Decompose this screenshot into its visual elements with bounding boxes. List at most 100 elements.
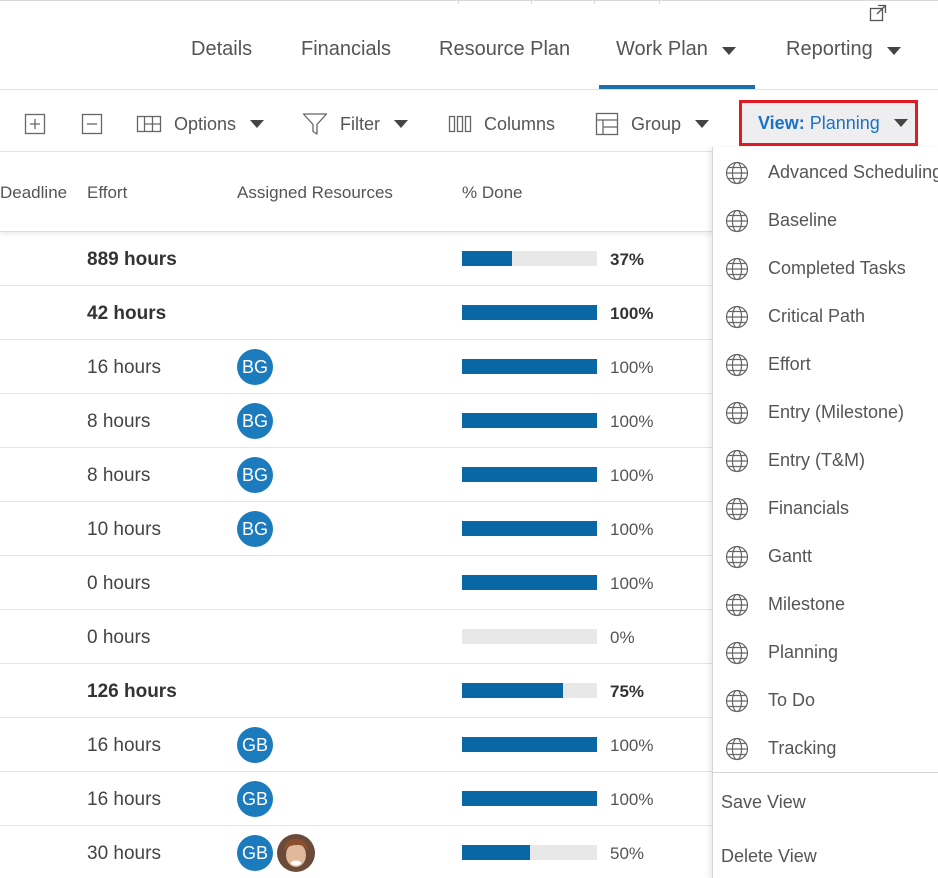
globe-icon: [725, 449, 749, 473]
progress-bar: [462, 791, 597, 806]
header-assigned-resources[interactable]: Assigned Resources: [237, 183, 393, 203]
table-row[interactable]: 30 hours GB 50%: [0, 826, 712, 878]
header-effort[interactable]: Effort: [87, 183, 127, 203]
tabs-divider: [0, 89, 938, 90]
columns-button[interactable]: Columns: [448, 96, 555, 152]
tab-financials[interactable]: Financials: [301, 26, 391, 90]
table-row[interactable]: 16 hours GB 100%: [0, 772, 712, 826]
avatar[interactable]: GB: [237, 781, 273, 817]
caret-down-icon: [695, 120, 710, 128]
tab-reporting[interactable]: Reporting: [786, 26, 901, 90]
progress-bar: [462, 521, 597, 536]
table-row[interactable]: 42 hours 100%: [0, 286, 712, 340]
collapse-all-button[interactable]: [81, 96, 103, 152]
view-value-label: Planning: [809, 112, 880, 133]
avatar[interactable]: GB: [237, 835, 273, 871]
view-menu-item-label: Tracking: [768, 738, 837, 758]
top-divider: [531, 0, 532, 4]
view-menu-item-label: Effort: [768, 354, 811, 374]
effort-cell: 10 hours: [87, 519, 161, 540]
percent-done-cell: 100%: [610, 790, 654, 809]
view-selector-button[interactable]: View: Planning: [739, 100, 918, 146]
filter-button[interactable]: Filter: [302, 96, 408, 152]
tab-label: Reporting: [786, 38, 873, 60]
table-row[interactable]: 10 hours BG 100%: [0, 502, 712, 556]
tab-label: Work Plan: [616, 38, 708, 60]
progress-bar: [462, 845, 597, 860]
caret-down-icon: [394, 120, 408, 128]
group-icon: [595, 112, 619, 136]
view-dropdown-menu: Advanced Scheduling Baseline Completed Tas…: [712, 147, 938, 878]
progress-bar: [462, 683, 597, 698]
avatar-photo[interactable]: [277, 834, 315, 872]
globe-icon: [725, 593, 749, 617]
view-menu-item[interactable]: Gantt: [713, 532, 938, 580]
tab-label: Resource Plan: [439, 38, 571, 60]
options-button[interactable]: Options: [136, 96, 265, 152]
view-menu-item[interactable]: Financials: [713, 484, 938, 532]
avatar[interactable]: BG: [237, 511, 273, 547]
table-row[interactable]: 0 hours 100%: [0, 556, 712, 610]
options-label: Options: [174, 113, 237, 134]
view-menu-item-label: Gantt: [768, 546, 813, 566]
percent-done-cell: 75%: [610, 682, 645, 701]
progress-bar: [462, 467, 597, 482]
view-menu-item[interactable]: Effort: [713, 340, 938, 388]
avatar[interactable]: GB: [237, 727, 273, 763]
table-row[interactable]: 8 hours BG 100%: [0, 448, 712, 502]
view-menu-item[interactable]: Critical Path: [713, 292, 938, 340]
percent-done-cell: 100%: [610, 358, 654, 377]
globe-icon: [725, 257, 749, 281]
effort-cell: 16 hours: [87, 789, 161, 810]
percent-done-cell: 37%: [610, 250, 645, 269]
view-menu-item-label: Entry (Milestone): [768, 402, 905, 422]
percent-done-cell: 100%: [610, 466, 654, 485]
view-menu-item[interactable]: Entry (T&M): [713, 436, 938, 484]
view-menu-item[interactable]: Entry (Milestone): [713, 388, 938, 436]
globe-icon: [725, 353, 749, 377]
expand-all-button[interactable]: [24, 96, 46, 152]
view-menu-item[interactable]: Milestone: [713, 580, 938, 628]
header-deadline[interactable]: Deadline: [0, 183, 67, 203]
popout-icon[interactable]: [869, 4, 887, 22]
caret-down-icon: [250, 120, 265, 128]
top-divider: [594, 0, 595, 4]
effort-cell: 0 hours: [87, 573, 151, 594]
percent-done-cell: 100%: [610, 304, 654, 323]
view-menu-item[interactable]: Advanced Scheduling: [713, 148, 938, 196]
caret-down-icon: [886, 47, 901, 55]
group-label: Group: [631, 113, 682, 134]
view-menu-item-label: Baseline: [768, 210, 838, 230]
progress-fill: [462, 845, 530, 860]
table-row[interactable]: 0 hours 0%: [0, 610, 712, 664]
tab-details[interactable]: Details: [191, 26, 252, 90]
top-divider: [458, 0, 459, 4]
view-menu-item[interactable]: Planning: [713, 628, 938, 676]
view-menu-item[interactable]: Completed Tasks: [713, 244, 938, 292]
avatar[interactable]: BG: [237, 403, 273, 439]
globe-icon: [725, 689, 749, 713]
progress-fill: [462, 575, 597, 590]
table-row[interactable]: 126 hours 75%: [0, 664, 712, 718]
tab-work-plan[interactable]: Work Plan: [616, 26, 736, 90]
view-menu-item[interactable]: Baseline: [713, 196, 938, 244]
percent-done-cell: 100%: [610, 736, 654, 755]
group-button[interactable]: Group: [595, 96, 710, 152]
table-row[interactable]: 8 hours BG 100%: [0, 394, 712, 448]
delete-view-button[interactable]: Delete View: [721, 846, 817, 867]
view-menu-item-label: Planning: [768, 642, 839, 662]
table-row[interactable]: 16 hours BG 100%: [0, 340, 712, 394]
columns-icon: [448, 115, 472, 133]
globe-icon: [725, 497, 749, 521]
table-row[interactable]: 16 hours GB 100%: [0, 718, 712, 772]
tab-resource-plan[interactable]: Resource Plan: [439, 26, 570, 90]
save-view-button[interactable]: Save View: [721, 792, 806, 813]
view-menu-item[interactable]: To Do: [713, 676, 938, 724]
options-icon: [136, 115, 162, 133]
view-menu-item[interactable]: Tracking: [713, 724, 938, 772]
table-row[interactable]: 889 hours 37%: [0, 232, 712, 286]
grid-header: Deadline Effort Assigned Resources % Don…: [0, 152, 712, 232]
avatar[interactable]: BG: [237, 349, 273, 385]
avatar[interactable]: BG: [237, 457, 273, 493]
header-percent-done[interactable]: % Done: [462, 183, 522, 203]
